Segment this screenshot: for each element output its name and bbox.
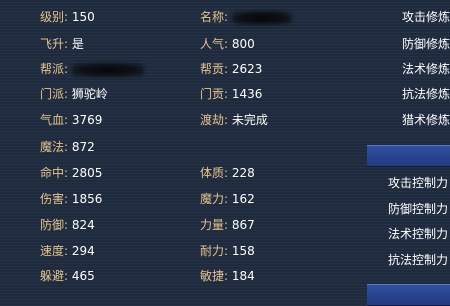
stat-value: 1436 [231,87,263,101]
stat-damage: 伤害: 1856 [40,191,102,207]
cultivation-defense[interactable]: 防御修炼 [402,36,450,52]
stat-label: 门贡: [200,87,229,101]
stat-value: 294 [71,244,95,258]
stat-label: 帮贡: [200,62,229,76]
stat-gang-contribution: 帮贡: 2623 [200,61,262,77]
stat-hp: 气血: 3769 [40,112,102,128]
stat-value: 867 [231,218,255,232]
stat-value: 184 [231,269,255,283]
stat-label: 门派: [40,87,69,101]
stat-level: 级别: 150 [40,9,95,25]
stat-sect: 门派: 狮驼岭 [40,86,108,102]
stat-value: 狮驼岭 [71,87,108,101]
stat-crossing: 渡劫: 未完成 [200,112,268,128]
redacted-gang-name [71,62,144,77]
stat-label: 耐力: [200,244,229,258]
section-divider-bar-bottom [367,284,450,306]
stat-speed: 速度: 294 [40,243,95,259]
stat-value: 465 [71,269,95,283]
stat-value: 3769 [71,113,103,127]
stat-hit: 命中: 2805 [40,165,102,181]
stat-dodge: 躲避: 465 [40,268,95,284]
stat-value: 162 [231,192,255,206]
stat-label: 人气: [200,37,229,51]
stat-value: 228 [231,166,255,180]
stat-popularity: 人气: 800 [200,36,255,52]
control-spell[interactable]: 法术控制力 [388,226,450,242]
stat-label: 飞升: [40,37,69,51]
cultivation-spell-resist[interactable]: 抗法修炼 [402,86,450,102]
control-defense[interactable]: 防御控制力 [388,201,450,217]
stat-value: 1856 [71,192,103,206]
stat-label: 魔法: [40,140,69,154]
stat-gang: 帮派: [40,61,144,77]
stat-value: 2805 [71,166,103,180]
stat-label: 伤害: [40,192,69,206]
stat-label: 防御: [40,218,69,232]
stat-label: 名称: [200,10,229,24]
stat-label: 体质: [200,166,229,180]
stat-name: 名称: [200,9,292,25]
stat-label: 级别: [40,10,69,24]
stat-magic: 魔力: 162 [200,191,255,207]
stat-label: 速度: [40,244,69,258]
stat-value: 158 [231,244,255,258]
stat-value: 800 [231,37,255,51]
stat-label: 帮派: [40,62,69,76]
cultivation-attack[interactable]: 攻击修炼 [402,9,450,25]
cultivation-hunting[interactable]: 猎术修炼 [402,112,450,128]
stat-constitution: 体质: 228 [200,165,255,181]
stat-label: 魔力: [200,192,229,206]
stat-mp: 魔法: 872 [40,139,95,155]
stat-defense: 防御: 824 [40,217,95,233]
control-spell-resist[interactable]: 抗法控制力 [388,252,450,268]
stat-label: 气血: [40,113,69,127]
stat-agility: 敏捷: 184 [200,268,255,284]
stat-label: 命中: [40,166,69,180]
stat-label: 力量: [200,218,229,232]
stat-value: 2623 [231,62,263,76]
stat-value: 未完成 [231,113,268,127]
cultivation-spell[interactable]: 法术修炼 [402,61,450,77]
stat-value: 824 [71,218,95,232]
stat-value: 150 [71,10,95,24]
stat-label: 渡劫: [200,113,229,127]
stat-value: 是 [71,37,84,51]
stat-label: 敏捷: [200,269,229,283]
stat-endurance: 耐力: 158 [200,243,255,259]
control-attack[interactable]: 攻击控制力 [388,175,450,191]
stat-ascend: 飞升: 是 [40,36,84,52]
stat-value: 872 [71,140,95,154]
redacted-character-name [231,10,292,25]
section-divider-bar [367,145,450,167]
stat-sect-contribution: 门贡: 1436 [200,86,262,102]
stat-label: 躲避: [40,269,69,283]
stat-strength: 力量: 867 [200,217,255,233]
